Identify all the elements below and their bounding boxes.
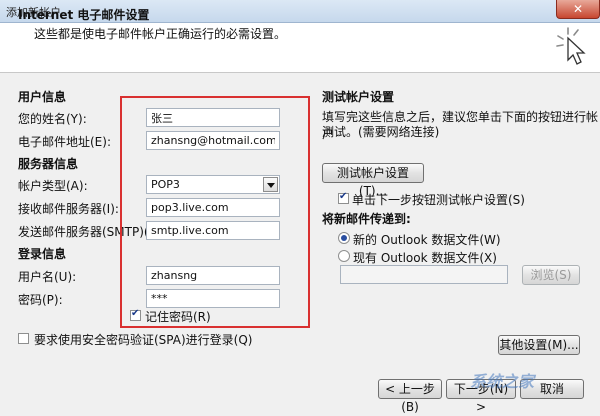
test-settings-heading: 测试帐户设置 [322,90,395,104]
login-info-heading: 登录信息 [18,247,67,261]
back-button[interactable]: < 上一步(B) [378,379,442,414]
username-label: 用户名(U): [18,270,77,284]
deliver-to-heading: 将新邮件传递到: [322,212,411,226]
close-button[interactable]: ✕ [556,0,600,19]
test-account-button[interactable]: 测试帐户设置(T)... [322,163,424,198]
highlight-box [120,96,310,328]
browse-button[interactable]: 浏览(S) [522,265,580,285]
header-title: Internet 电子邮件设置 [18,8,150,22]
existing-data-file-path [340,265,508,284]
auto-test-label: 单击下一步按钮测试帐户设置(S) [352,193,525,207]
server-info-heading: 服务器信息 [18,157,79,171]
more-settings-button[interactable]: 其他设置(M)... [498,335,580,355]
account-type-label: 帐户类型(A): [18,179,88,193]
watermark: 系统之家 [470,372,535,391]
auto-test-checkbox[interactable] [338,191,349,204]
spa-checkbox[interactable] [18,333,29,344]
click-cursor-icon [556,27,586,65]
name-label: 您的姓名(Y): [18,112,87,126]
existing-data-file-label: 现有 Outlook 数据文件(X) [353,251,497,265]
new-data-file-radio[interactable] [338,232,350,244]
password-label: 密码(P): [18,293,63,307]
existing-data-file-radio[interactable] [338,250,350,262]
new-data-file-label: 新的 Outlook 数据文件(W) [353,233,501,247]
test-description-line2: 测试。(需要网络连接) [322,125,440,139]
email-label: 电子邮件地址(E): [18,135,111,149]
user-info-heading: 用户信息 [18,90,67,104]
spa-label: 要求使用安全密码验证(SPA)进行登录(Q) [34,333,253,347]
incoming-server-label: 接收邮件服务器(I): [18,202,119,216]
header-subtitle: 这些都是使电子邮件帐户正确运行的必需设置。 [34,27,287,41]
